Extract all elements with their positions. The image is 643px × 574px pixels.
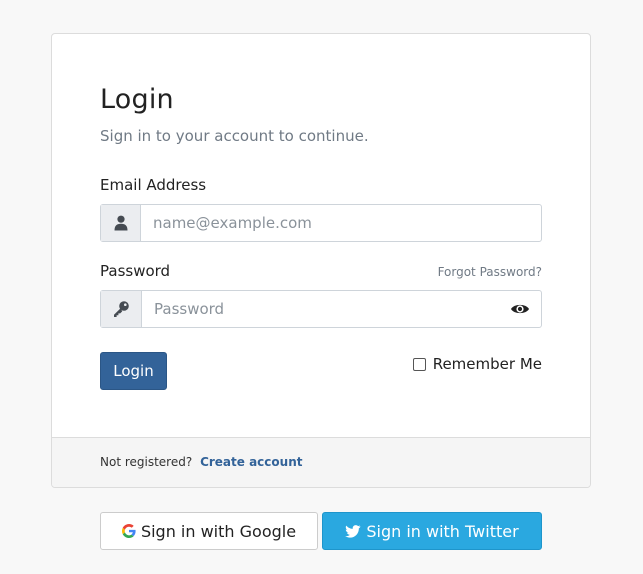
- email-input-group: [100, 204, 542, 242]
- google-signin-label: Sign in with Google: [140, 521, 297, 541]
- footer-text: Not registered? Create account: [100, 455, 302, 469]
- not-registered-text: Not registered?: [100, 455, 193, 469]
- remember-me[interactable]: Remember Me: [412, 355, 542, 373]
- page-title: Login: [100, 84, 174, 115]
- email-label: Email Address: [100, 176, 207, 194]
- password-input[interactable]: [142, 291, 499, 327]
- user-icon: [101, 205, 141, 241]
- eye-icon[interactable]: [499, 291, 541, 327]
- google-signin-button[interactable]: Sign in with Google: [100, 512, 318, 550]
- remember-me-checkbox[interactable]: [412, 357, 426, 371]
- page-subtitle: Sign in to your account to continue.: [100, 127, 369, 145]
- login-card: Login Sign in to your account to continu…: [51, 33, 591, 488]
- remember-me-label: Remember Me: [432, 355, 542, 373]
- twitter-signin-button[interactable]: Sign in with Twitter: [322, 512, 542, 550]
- twitter-signin-label: Sign in with Twitter: [366, 521, 519, 541]
- card-footer: Not registered? Create account: [52, 437, 590, 487]
- password-input-group: [100, 290, 542, 328]
- key-icon: [101, 291, 142, 327]
- password-label: Password: [100, 262, 171, 280]
- google-icon: [121, 524, 136, 538]
- forgot-password-link[interactable]: Forgot Password?: [438, 265, 542, 279]
- create-account-link[interactable]: Create account: [200, 455, 302, 469]
- login-card-body: Login Sign in to your account to continu…: [52, 34, 590, 439]
- twitter-icon: [345, 524, 361, 538]
- email-input[interactable]: [141, 205, 541, 241]
- login-button[interactable]: Login: [100, 352, 167, 390]
